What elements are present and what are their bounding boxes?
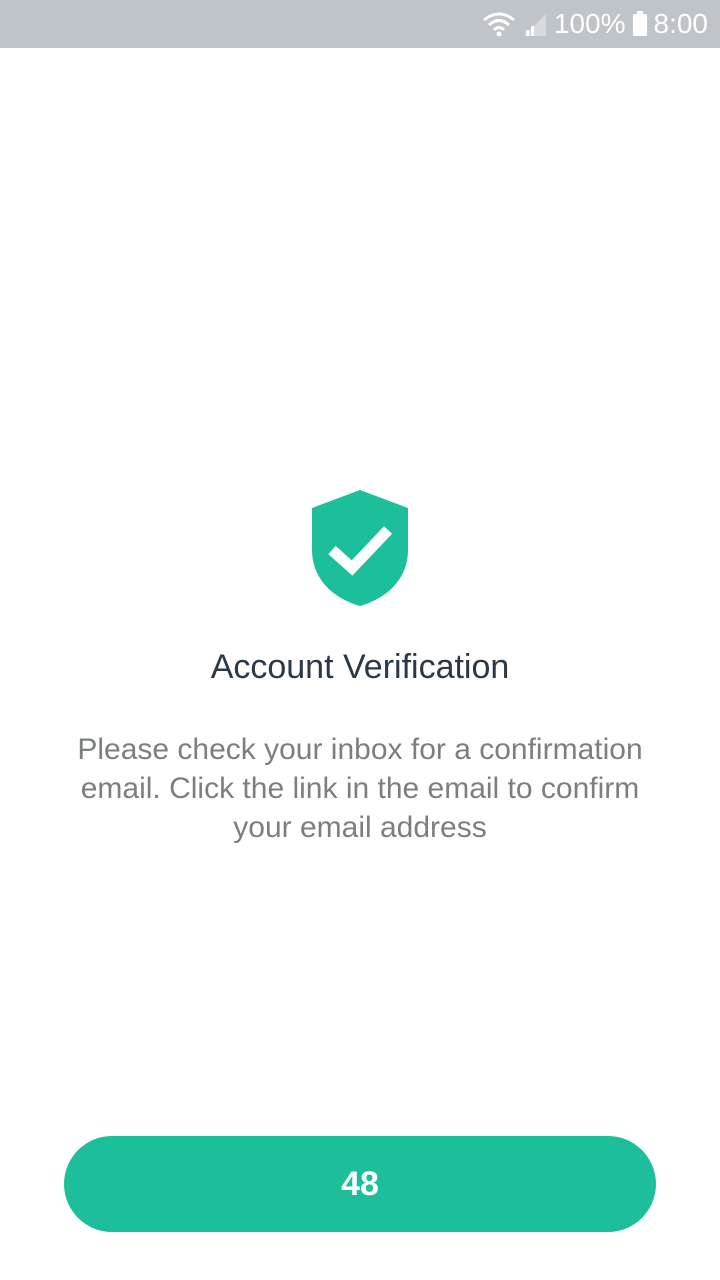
wifi-icon [482, 10, 516, 38]
clock: 8:00 [653, 8, 709, 39]
status-icons: 100% 8:00 [482, 0, 708, 48]
page-title: Account Verification [210, 648, 510, 686]
shield-check-icon [310, 488, 410, 608]
verification-message: Please check your inbox for a confirmati… [77, 733, 643, 844]
countdown-button[interactable]: 48 [64, 1136, 656, 1232]
signal-icon [522, 10, 548, 38]
battery-percentage: 100% [553, 8, 626, 39]
status-bar: 100% 8:00 [0, 0, 720, 48]
battery-icon [632, 10, 648, 38]
